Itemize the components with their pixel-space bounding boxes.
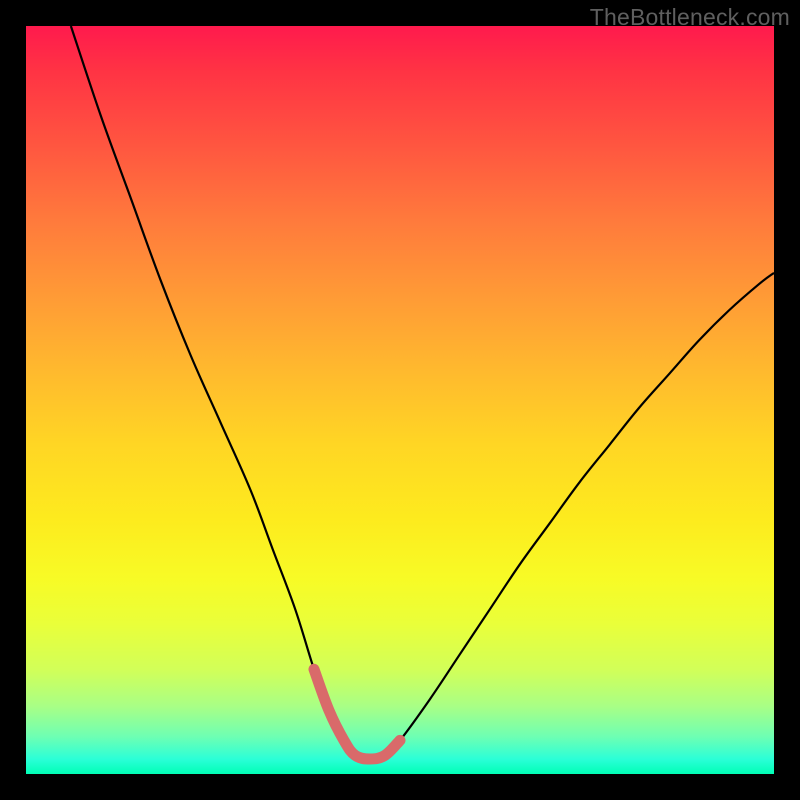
curve-path-highlight (314, 669, 400, 759)
curve-path-main (71, 26, 774, 759)
chart-plot-area (26, 26, 774, 774)
chart-frame: TheBottleneck.com (0, 0, 800, 800)
bottleneck-curve (26, 26, 774, 774)
